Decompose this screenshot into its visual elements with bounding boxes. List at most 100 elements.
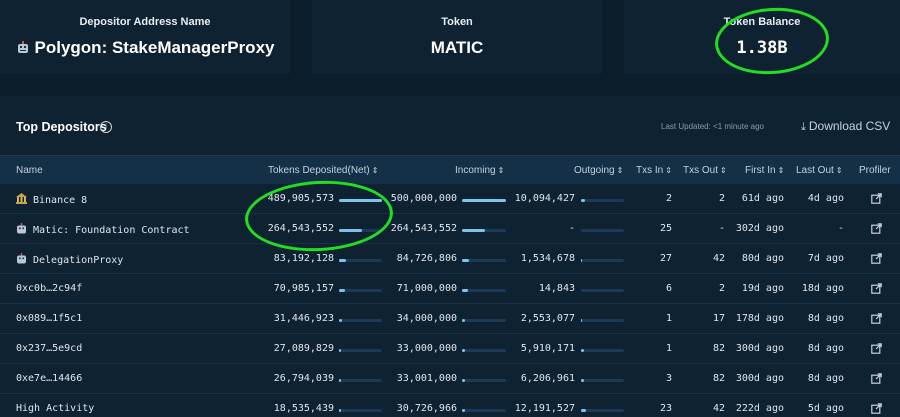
depositor-name-text[interactable]: Binance 8 xyxy=(33,195,87,206)
txs-in-value: 25 xyxy=(659,223,672,234)
depositor-name-text[interactable]: 0x237…5e9cd xyxy=(16,343,82,354)
depositor-name-text[interactable]: 0x089…1f5c1 xyxy=(16,313,82,324)
depositor-name[interactable]: Matic: Foundation Contract xyxy=(16,223,190,236)
external-link-icon[interactable] xyxy=(871,223,882,234)
col-first-in[interactable]: First In ⇕ xyxy=(745,165,784,176)
depositor-name[interactable]: 0x237…5e9cd xyxy=(16,343,82,354)
deposited-value: 26,794,039 xyxy=(273,373,334,384)
external-link-icon[interactable] xyxy=(871,283,882,294)
deposited-value: 27,089,829 xyxy=(273,343,334,354)
depositor-card: Depositor Address Name Polygon: StakeMan… xyxy=(0,0,290,74)
deposited-value: 70,985,157 xyxy=(273,283,334,294)
last-out-value: 18d ago xyxy=(801,283,844,294)
bank-icon xyxy=(16,193,27,204)
col-txs-out[interactable]: Txs Out ⇕ xyxy=(683,165,727,176)
external-link-icon[interactable] xyxy=(871,343,882,354)
col-last-out[interactable]: Last Out ⇕ xyxy=(796,165,843,176)
depositor-name[interactable]: 0xc0b…2c94f xyxy=(16,283,82,294)
deposited-bar-fill xyxy=(339,379,342,382)
incoming-bar-fill xyxy=(462,379,465,382)
col-deposited-label: Tokens Deposited(Net) xyxy=(268,165,370,176)
table-row[interactable]: Matic: Foundation Contract 264,543,552 264… xyxy=(0,215,900,244)
outgoing-bar-fill xyxy=(581,319,583,322)
col-incoming[interactable]: Incoming ⇕ xyxy=(455,165,504,176)
deposited-bar-fill xyxy=(339,319,342,322)
col-last-out-label: Last Out xyxy=(796,165,834,176)
depositor-value: Polygon: StakeManagerProxy xyxy=(34,38,275,57)
first-in-value: 80d ago xyxy=(741,253,784,264)
txs-out-value: 82 xyxy=(712,373,725,384)
deposited-bar-fill xyxy=(339,409,341,412)
outgoing-value: 2,553,077 xyxy=(520,313,575,324)
last-updated: Last Updated: <1 minute ago xyxy=(661,122,764,131)
txs-in-value: 1 xyxy=(665,343,672,354)
external-link-icon[interactable] xyxy=(871,403,882,414)
depositor-name[interactable]: Binance 8 xyxy=(16,193,87,206)
sort-icon: ⇕ xyxy=(665,166,672,175)
table-row[interactable]: Binance 8 489,905,573 500,000,000 10,094,42… xyxy=(0,185,900,214)
depositor-label: Depositor Address Name xyxy=(79,16,211,28)
depositor-name[interactable]: DelegationProxy xyxy=(16,253,123,266)
depositor-name-text[interactable]: 0xc0b…2c94f xyxy=(16,283,82,294)
depositor-name-text[interactable]: High Activity xyxy=(16,403,94,414)
robot-icon xyxy=(17,223,26,234)
incoming-bar xyxy=(462,409,506,412)
txs-in-value: 2 xyxy=(665,193,672,204)
deposited-bar xyxy=(339,409,382,412)
table-row[interactable]: 0xe7e…14466 26,794,039 33,001,000 6,206,961… xyxy=(0,365,900,394)
depositor-name-text[interactable]: Matic: Foundation Contract xyxy=(33,225,190,236)
depositor-name[interactable]: High Activity xyxy=(16,403,94,414)
outgoing-bar-fill xyxy=(581,379,584,382)
outgoing-bar xyxy=(581,259,624,262)
outgoing-value: 10,094,427 xyxy=(514,193,575,204)
depositor-name-text[interactable]: 0xe7e…14466 xyxy=(16,373,82,384)
top-depositors-panel: Top Depositors i Last Updated: <1 minute… xyxy=(0,96,900,417)
outgoing-value: 12,191,527 xyxy=(514,403,575,414)
token-label: Token xyxy=(441,16,473,28)
table-row[interactable]: 0x237…5e9cd 27,089,829 33,000,000 5,910,171… xyxy=(0,335,900,364)
sort-icon: ⇕ xyxy=(777,166,785,175)
incoming-bar-fill xyxy=(462,349,465,352)
outgoing-bar-fill xyxy=(581,409,587,412)
depositor-name[interactable]: 0xe7e…14466 xyxy=(16,373,82,384)
last-out-value: - xyxy=(837,223,844,234)
incoming-bar xyxy=(462,199,506,202)
robot-icon xyxy=(17,41,28,53)
outgoing-value: - xyxy=(568,223,575,234)
col-deposited[interactable]: Tokens Deposited(Net) ⇕ xyxy=(268,165,378,176)
deposited-bar-fill xyxy=(339,349,342,352)
sort-icon: ⇕ xyxy=(616,166,624,175)
table-row[interactable]: 0xc0b…2c94f 70,985,157 71,000,000 14,843 6 2 1… xyxy=(0,275,900,304)
first-in-value: 302d ago xyxy=(735,223,784,234)
col-txs-out-label: Txs Out xyxy=(683,165,719,176)
col-profiler-label: Profiler xyxy=(859,165,891,176)
depositor-name-text[interactable]: DelegationProxy xyxy=(33,255,123,266)
external-link-icon[interactable] xyxy=(871,313,882,324)
deposited-bar xyxy=(339,289,382,292)
txs-out-value: 17 xyxy=(712,313,725,324)
download-csv-button[interactable]: ⤓ Download CSV xyxy=(801,119,890,134)
external-link-icon[interactable] xyxy=(871,373,882,384)
outgoing-bar-fill xyxy=(581,199,586,202)
depositor-name[interactable]: 0x089…1f5c1 xyxy=(16,313,82,324)
incoming-value: 71,000,000 xyxy=(396,283,457,294)
table-row[interactable]: High Activity 18,535,439 30,726,966 12,191,… xyxy=(0,395,900,417)
outgoing-value: 5,910,171 xyxy=(520,343,575,354)
sort-icon: ⇕ xyxy=(371,166,379,175)
col-profiler: Profiler xyxy=(859,165,891,176)
external-link-icon[interactable] xyxy=(871,253,882,264)
outgoing-bar xyxy=(581,289,624,292)
txs-out-value: 2 xyxy=(718,193,725,204)
deposited-value: 18,535,439 xyxy=(273,403,334,414)
external-link-icon[interactable] xyxy=(871,193,882,204)
col-txs-in[interactable]: Txs In ⇕ xyxy=(636,165,672,176)
table-row[interactable]: DelegationProxy 83,192,128 84,726,806 1,534… xyxy=(0,245,900,274)
info-icon[interactable]: i xyxy=(100,121,112,133)
table-row[interactable]: 0x089…1f5c1 31,446,923 34,000,000 2,553,077… xyxy=(0,305,900,334)
deposited-bar xyxy=(339,379,382,382)
incoming-bar xyxy=(462,319,506,322)
col-outgoing[interactable]: Outgoing ⇕ xyxy=(574,165,623,176)
outgoing-bar-fill xyxy=(581,259,582,262)
first-in-value: 300d ago xyxy=(735,343,784,354)
txs-out-value: - xyxy=(718,223,725,234)
